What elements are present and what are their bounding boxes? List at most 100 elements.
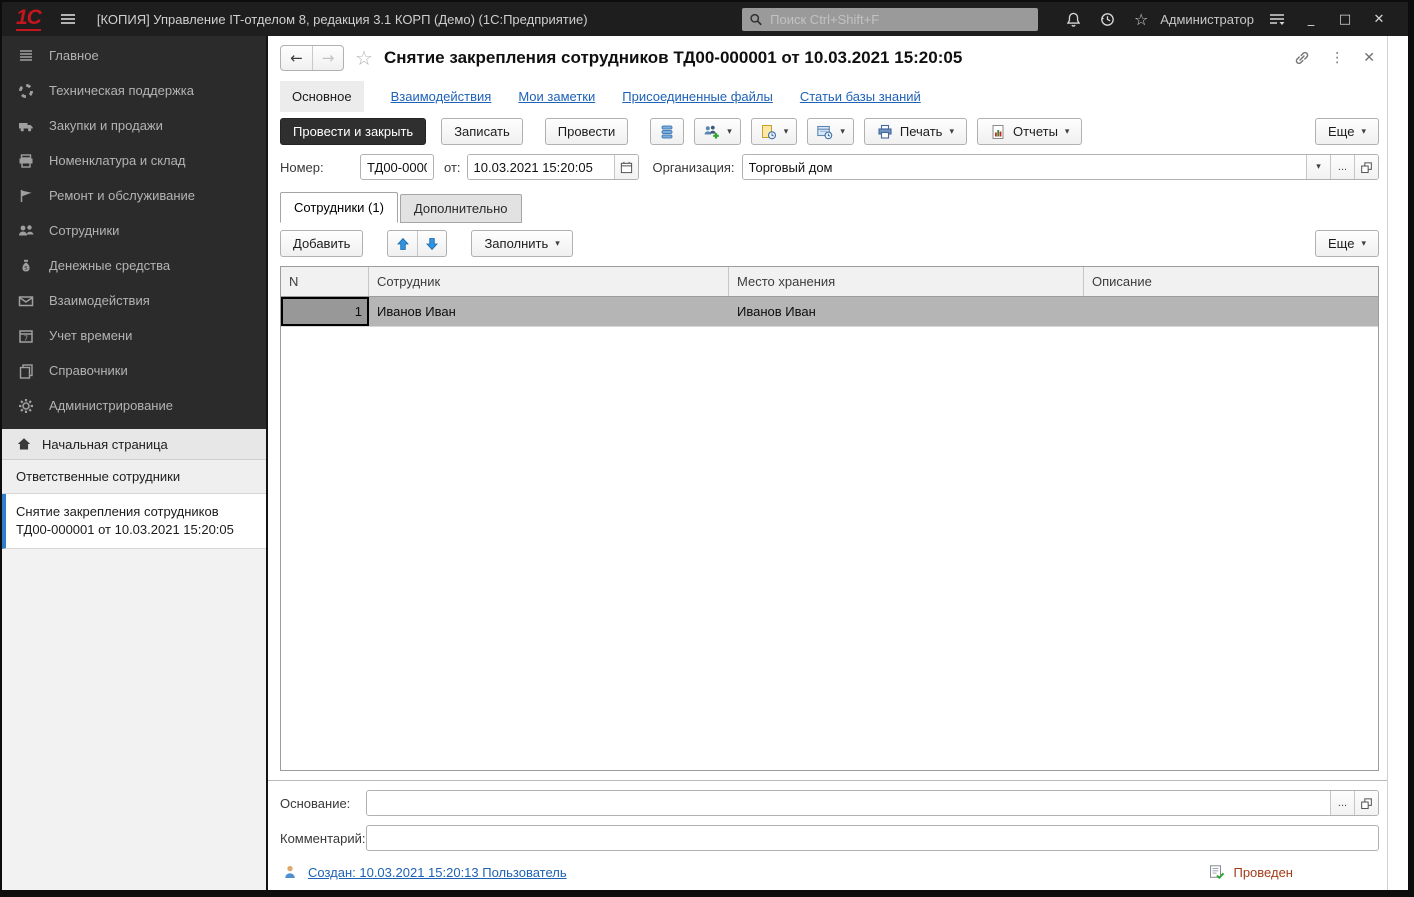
segmented-circle-icon: [17, 82, 35, 100]
assign-employees-button[interactable]: ▾: [694, 118, 741, 145]
search-input[interactable]: [768, 11, 1031, 28]
register-records-button[interactable]: [650, 118, 684, 145]
tab-additional[interactable]: Дополнительно: [400, 194, 522, 223]
basis-input[interactable]: [367, 791, 1330, 815]
table-more-button[interactable]: Еще ▾: [1315, 230, 1379, 257]
main-area: ← → ☆ Снятие закрепления сотрудников ТД0…: [268, 36, 1408, 890]
sidebar-item-administration[interactable]: Администрирование: [2, 388, 266, 423]
organization-open-button[interactable]: [1354, 155, 1378, 179]
column-header-n[interactable]: N: [281, 267, 369, 296]
basis-field: ...: [366, 790, 1379, 816]
main-menu-button[interactable]: [59, 10, 77, 28]
close-form-button[interactable]: ✕: [1363, 50, 1375, 66]
favorites-button[interactable]: ☆: [1124, 10, 1158, 29]
sidebar-item-label: Закупки и продажи: [49, 118, 163, 133]
open-tab-current-document[interactable]: Снятие закрепления сотрудников ТД00-0000…: [2, 494, 266, 549]
sidebar-item-nomenclature[interactable]: Номенклатура и склад: [2, 143, 266, 178]
reports-button[interactable]: Отчеты ▾: [977, 118, 1082, 145]
forward-button[interactable]: →: [312, 46, 343, 70]
post-button[interactable]: Провести: [545, 118, 629, 145]
more-actions-icon[interactable]: ⋮: [1330, 50, 1344, 66]
current-user[interactable]: Администратор: [1160, 12, 1254, 27]
reports-label: Отчеты: [1013, 124, 1058, 139]
sidebar-filler: [2, 549, 266, 890]
sidebar-item-main[interactable]: Главное: [2, 38, 266, 73]
fill-button[interactable]: Заполнить ▾: [471, 230, 572, 257]
document-clock-icon: [760, 124, 777, 140]
move-up-button[interactable]: [388, 231, 417, 256]
sidebar-item-interactions[interactable]: Взаимодействия: [2, 283, 266, 318]
sidebar-item-time[interactable]: 7 Учет времени: [2, 318, 266, 353]
column-header-storage[interactable]: Место хранения: [729, 267, 1084, 296]
organization-choose-button[interactable]: ...: [1330, 155, 1354, 179]
sidebar-item-support[interactable]: Техническая поддержка: [2, 73, 266, 108]
fill-document-button[interactable]: ▾: [751, 118, 798, 145]
nav-kb-articles[interactable]: Статьи базы знаний: [800, 89, 921, 104]
table-empty-area: [281, 327, 1378, 770]
sidebar-item-repair[interactable]: Ремонт и обслуживание: [2, 178, 266, 213]
move-down-button[interactable]: [417, 231, 446, 256]
minimize-button[interactable]: _: [1294, 12, 1328, 27]
maximize-button[interactable]: □: [1328, 12, 1362, 27]
sidebar-item-label: Сотрудники: [49, 223, 119, 238]
storage-cell[interactable]: Иванов Иван: [729, 297, 1084, 326]
favorite-star-button[interactable]: ☆: [355, 46, 373, 70]
document-form: ← → ☆ Снятие закрепления сотрудников ТД0…: [268, 36, 1387, 890]
add-row-button[interactable]: Добавить: [280, 230, 363, 257]
created-history-link[interactable]: Создан: 10.03.2021 15:20:13 Пользователь: [308, 865, 567, 880]
organization-input[interactable]: [743, 155, 1306, 179]
sidebar-item-label: Техническая поддержка: [49, 83, 194, 98]
1c-logo: 1С: [16, 7, 41, 31]
sidebar-item-employees[interactable]: Сотрудники: [2, 213, 266, 248]
employee-cell[interactable]: Иванов Иван: [369, 297, 729, 326]
nav-interactions[interactable]: Взаимодействия: [391, 89, 492, 104]
basis-choose-button[interactable]: ...: [1330, 791, 1354, 815]
sidebar-item-purchases[interactable]: Закупки и продажи: [2, 108, 266, 143]
hamburger-icon: [59, 10, 77, 28]
open-tab-responsible-employees[interactable]: Ответственные сотрудники: [2, 460, 266, 494]
sidebar-item-label: Номенклатура и склад: [49, 153, 185, 168]
date-input[interactable]: [468, 155, 614, 179]
column-header-description[interactable]: Описание: [1084, 267, 1378, 296]
save-button[interactable]: Записать: [441, 118, 523, 145]
notifications-button[interactable]: [1056, 11, 1090, 28]
nav-main[interactable]: Основное: [280, 81, 364, 112]
dropdown-caret-icon: ▾: [1361, 127, 1366, 137]
truck-icon: [17, 117, 35, 135]
close-window-button[interactable]: ✕: [1362, 12, 1396, 27]
dropdown-caret-icon: ▾: [555, 239, 560, 249]
sidebar: Главное Техническая поддержка Закупки и …: [2, 36, 268, 890]
organization-dropdown-button[interactable]: ▾: [1306, 155, 1330, 179]
home-page-tab[interactable]: Начальная страница: [2, 429, 266, 460]
row-number-cell[interactable]: 1: [281, 297, 369, 326]
global-search[interactable]: [742, 8, 1038, 31]
storage-history-button[interactable]: ▾: [807, 118, 854, 145]
table-row[interactable]: 1 Иванов Иван Иванов Иван: [281, 297, 1378, 327]
sidebar-item-references[interactable]: Справочники: [2, 353, 266, 388]
print-button[interactable]: Печать ▾: [864, 118, 967, 145]
dropdown-caret-icon: ▾: [1065, 127, 1070, 137]
nav-attached-files[interactable]: Присоединенные файлы: [622, 89, 773, 104]
form-scroll-area[interactable]: [1387, 36, 1408, 890]
number-input[interactable]: [360, 154, 434, 180]
column-header-employee[interactable]: Сотрудник: [369, 267, 729, 296]
print-label: Печать: [900, 124, 943, 139]
svg-text:7: 7: [24, 334, 28, 342]
link-icon[interactable]: [1293, 49, 1311, 67]
number-label: Номер:: [280, 160, 360, 175]
back-button[interactable]: ←: [281, 46, 312, 70]
basis-open-button[interactable]: [1354, 791, 1378, 815]
service-menu-button[interactable]: [1260, 10, 1294, 28]
sidebar-item-label: Администрирование: [49, 398, 173, 413]
description-cell[interactable]: [1084, 297, 1378, 326]
tab-employees[interactable]: Сотрудники (1): [280, 192, 398, 223]
app-window: 1С [КОПИЯ] Управление IT-отделом 8, реда…: [0, 0, 1414, 897]
more-button[interactable]: Еще ▾: [1315, 118, 1379, 145]
comment-input[interactable]: [366, 825, 1379, 851]
calendar-picker-button[interactable]: [614, 155, 638, 179]
nav-my-notes[interactable]: Мои заметки: [518, 89, 595, 104]
post-and-close-button[interactable]: Провести и закрыть: [280, 118, 426, 145]
history-button[interactable]: [1090, 11, 1124, 28]
more-label: Еще: [1328, 124, 1354, 139]
sidebar-item-money[interactable]: s Денежные средства: [2, 248, 266, 283]
